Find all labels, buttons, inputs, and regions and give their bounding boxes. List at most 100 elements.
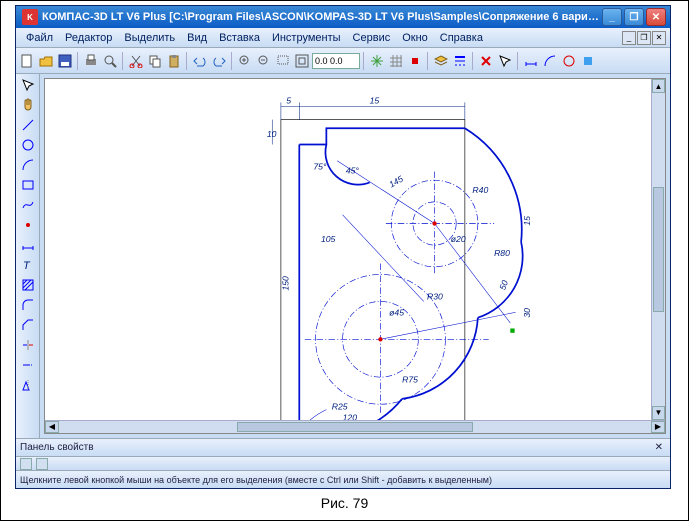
menu-edit[interactable]: Редактор <box>59 30 118 46</box>
scroll-right-icon[interactable]: ▶ <box>651 421 665 434</box>
scroll-down-icon[interactable]: ▼ <box>652 406 665 420</box>
app-name: КОМПАС-3D LT V6 Plus <box>42 11 166 23</box>
zoom-window-icon[interactable] <box>274 52 292 70</box>
redo-icon[interactable] <box>210 52 228 70</box>
separator-icon <box>517 52 519 70</box>
strip-btn-1[interactable] <box>20 458 32 470</box>
fillet-tool-icon[interactable] <box>19 296 37 314</box>
canvas[interactable]: 5 15 10 <box>44 78 666 434</box>
hatch-tool-icon[interactable] <box>19 276 37 294</box>
window-buttons: _ ❐ ✕ <box>602 8 666 26</box>
copy-icon[interactable] <box>146 52 164 70</box>
panel-close-icon[interactable]: ✕ <box>652 442 666 453</box>
trim-tool-icon[interactable] <box>19 336 37 354</box>
separator-icon <box>186 52 188 70</box>
vertical-scrollbar[interactable]: ▲ ▼ <box>651 79 665 420</box>
grid-icon[interactable] <box>387 52 405 70</box>
menu-tools[interactable]: Инструменты <box>266 30 347 46</box>
paste-icon[interactable] <box>165 52 183 70</box>
titlebar: K КОМПАС-3D LT V6 Plus [C:\Program Files… <box>16 6 670 28</box>
zoom-in-icon[interactable] <box>236 52 254 70</box>
misc-icon[interactable] <box>560 52 578 70</box>
select-tool-icon[interactable] <box>19 76 37 94</box>
vscroll-thumb[interactable] <box>653 187 664 312</box>
arc-tool-icon[interactable] <box>19 156 37 174</box>
print-icon[interactable] <box>82 52 100 70</box>
dim-icon[interactable] <box>522 52 540 70</box>
dim-145: 145 <box>387 174 405 190</box>
misc2-icon[interactable] <box>579 52 597 70</box>
horizontal-scrollbar[interactable]: ◀ ▶ <box>45 420 665 434</box>
status-text: Щелкните левой кнопкой мыши на объекте д… <box>20 475 492 485</box>
doc-path: [C:\Program Files\ASCON\KOMPAS-3D LT V6 … <box>169 11 602 23</box>
mdi-close[interactable]: ✕ <box>652 31 666 45</box>
snap-icon[interactable] <box>406 52 424 70</box>
styles-icon[interactable] <box>451 52 469 70</box>
separator-icon <box>77 52 79 70</box>
layer-icon[interactable] <box>432 52 450 70</box>
strip-btn-2[interactable] <box>36 458 48 470</box>
preview-icon[interactable] <box>101 52 119 70</box>
app-icon: K <box>22 9 38 25</box>
maximize-button[interactable]: ❐ <box>624 8 644 26</box>
arc-icon[interactable] <box>541 52 559 70</box>
menu-view[interactable]: Вид <box>181 30 213 46</box>
extend-tool-icon[interactable] <box>19 356 37 374</box>
menu-help[interactable]: Справка <box>434 30 489 46</box>
properties-panel: Панель свойств ✕ <box>16 438 670 456</box>
point-tool-icon[interactable] <box>19 216 37 234</box>
cad-drawing: 5 15 10 <box>45 85 651 420</box>
dim-right-15: 15 <box>522 216 532 226</box>
dim-phi45: ø45 <box>389 307 404 317</box>
control-strip <box>16 456 670 470</box>
mdi-restore[interactable]: ❐ <box>637 31 651 45</box>
coord-field[interactable]: 0.0 0.0 <box>312 53 360 69</box>
hscroll-thumb[interactable] <box>237 422 474 433</box>
mdi-minimize[interactable]: _ <box>622 31 636 45</box>
cut-icon[interactable] <box>127 52 145 70</box>
hand-tool-icon[interactable] <box>19 96 37 114</box>
spline-tool-icon[interactable] <box>19 196 37 214</box>
main-toolbar: 0.0 0.0 <box>16 48 670 74</box>
menubar: Файл Редактор Выделить Вид Вставка Инстр… <box>16 28 670 48</box>
vscroll-track[interactable] <box>652 93 665 406</box>
mirror-tool-icon[interactable] <box>19 376 37 394</box>
circle-tool-icon[interactable] <box>19 136 37 154</box>
menu-window[interactable]: Окно <box>396 30 434 46</box>
close-button[interactable]: ✕ <box>646 8 666 26</box>
dim-105: 105 <box>321 234 336 244</box>
menu-insert[interactable]: Вставка <box>213 30 266 46</box>
dim-r30: R30 <box>427 291 443 301</box>
scroll-left-icon[interactable]: ◀ <box>45 421 59 434</box>
zoom-out-icon[interactable] <box>255 52 273 70</box>
separator-icon <box>363 52 365 70</box>
dim-phi20: ø20 <box>451 234 466 244</box>
delete-icon[interactable] <box>477 52 495 70</box>
menu-file[interactable]: Файл <box>20 30 59 46</box>
separator-icon <box>427 52 429 70</box>
pan-icon[interactable] <box>368 52 386 70</box>
rect-tool-icon[interactable] <box>19 176 37 194</box>
save-icon[interactable] <box>56 52 74 70</box>
dim-r25: R25 <box>332 402 348 412</box>
undo-icon[interactable] <box>191 52 209 70</box>
dim-angle-75: 75° <box>313 161 327 171</box>
menu-select[interactable]: Выделить <box>118 30 181 46</box>
dim-tool-icon[interactable] <box>19 236 37 254</box>
line-tool-icon[interactable] <box>19 116 37 134</box>
hscroll-track[interactable] <box>59 421 651 434</box>
open-icon[interactable] <box>37 52 55 70</box>
new-icon[interactable] <box>18 52 36 70</box>
dim-50: 50 <box>497 279 510 292</box>
app-window: K КОМПАС-3D LT V6 Plus [C:\Program Files… <box>15 5 671 489</box>
dim-120: 120 <box>343 412 358 419</box>
select-icon[interactable] <box>496 52 514 70</box>
text-tool-icon[interactable]: T <box>19 256 37 274</box>
drawing-area[interactable]: 5 15 10 <box>45 79 651 420</box>
menu-service[interactable]: Сервис <box>347 30 397 46</box>
side-toolbar: T <box>16 74 40 438</box>
scroll-up-icon[interactable]: ▲ <box>652 79 665 93</box>
chamfer-tool-icon[interactable] <box>19 316 37 334</box>
zoom-fit-icon[interactable] <box>293 52 311 70</box>
minimize-button[interactable]: _ <box>602 8 622 26</box>
